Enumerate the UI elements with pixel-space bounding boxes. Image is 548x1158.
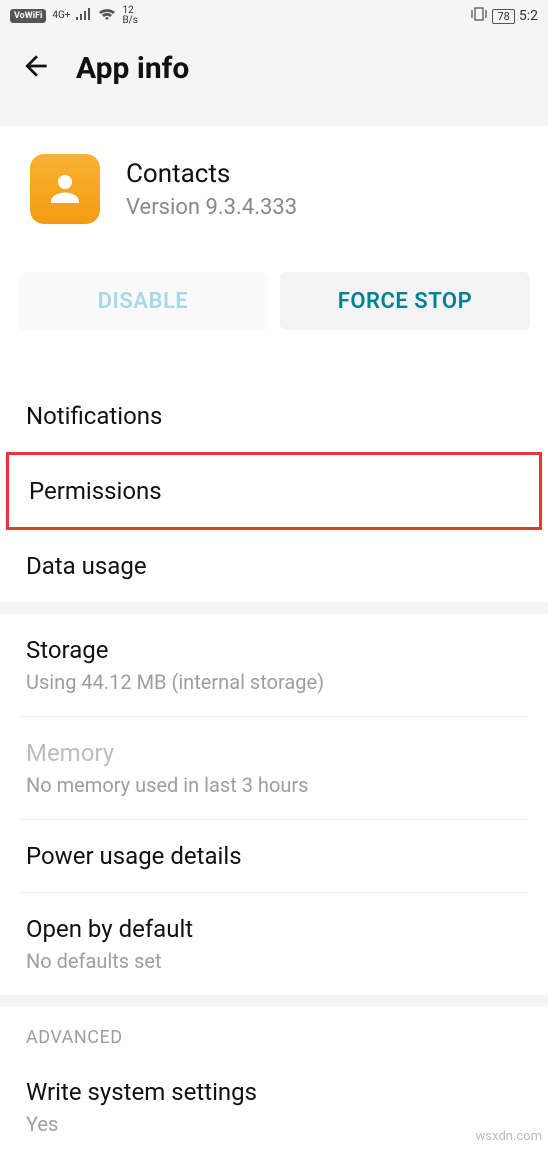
signal-icon (76, 8, 92, 24)
status-right: 78 5:2 (470, 7, 538, 25)
disable-button[interactable]: DISABLE (18, 272, 268, 330)
watermark: wsxdn.com (476, 1129, 542, 1144)
back-icon[interactable] (20, 50, 52, 86)
battery-indicator: 78 (492, 9, 514, 24)
app-header: Contacts Version 9.3.4.333 (0, 126, 548, 242)
app-name: Contacts (126, 159, 297, 189)
app-bar: App info (0, 32, 548, 126)
open-default-title: Open by default (26, 915, 522, 943)
action-buttons: DISABLE FORCE STOP (0, 242, 548, 340)
app-meta: Contacts Version 9.3.4.333 (126, 159, 297, 220)
open-default-sub: No defaults set (26, 949, 522, 973)
status-bar: VoWiFi 4G+ 12 B/s 78 5:2 (0, 0, 548, 32)
network-speed: 12 B/s (122, 6, 138, 26)
permissions-item[interactable]: Permissions (6, 452, 542, 530)
storage-item[interactable]: Storage Using 44.12 MB (internal storage… (0, 614, 548, 716)
write-system-settings-item[interactable]: Write system settings Yes (0, 1056, 548, 1158)
section-divider (0, 602, 548, 614)
write-settings-sub: Yes (26, 1112, 522, 1136)
app-version: Version 9.3.4.333 (126, 195, 297, 220)
open-by-default-item[interactable]: Open by default No defaults set (0, 893, 548, 995)
storage-title: Storage (26, 636, 522, 664)
data-usage-item[interactable]: Data usage (0, 530, 548, 602)
notifications-item[interactable]: Notifications (0, 380, 548, 452)
vibrate-icon (470, 7, 488, 25)
wifi-icon (98, 8, 116, 24)
page-title: App info (76, 51, 189, 86)
force-stop-button[interactable]: FORCE STOP (280, 272, 530, 330)
memory-sub: No memory used in last 3 hours (26, 773, 522, 797)
status-left: VoWiFi 4G+ 12 B/s (10, 6, 138, 26)
storage-sub: Using 44.12 MB (internal storage) (26, 670, 522, 694)
power-usage-item[interactable]: Power usage details (0, 820, 548, 892)
memory-item: Memory No memory used in last 3 hours (0, 717, 548, 819)
app-icon (30, 154, 100, 224)
section-divider (0, 995, 548, 1007)
network-indicator: 4G+ (52, 11, 70, 21)
advanced-header: ADVANCED (0, 1007, 548, 1056)
vowifi-badge: VoWiFi (10, 9, 46, 23)
write-settings-title: Write system settings (26, 1078, 522, 1106)
time-indicator: 5:2 (519, 8, 538, 24)
memory-title: Memory (26, 739, 522, 767)
